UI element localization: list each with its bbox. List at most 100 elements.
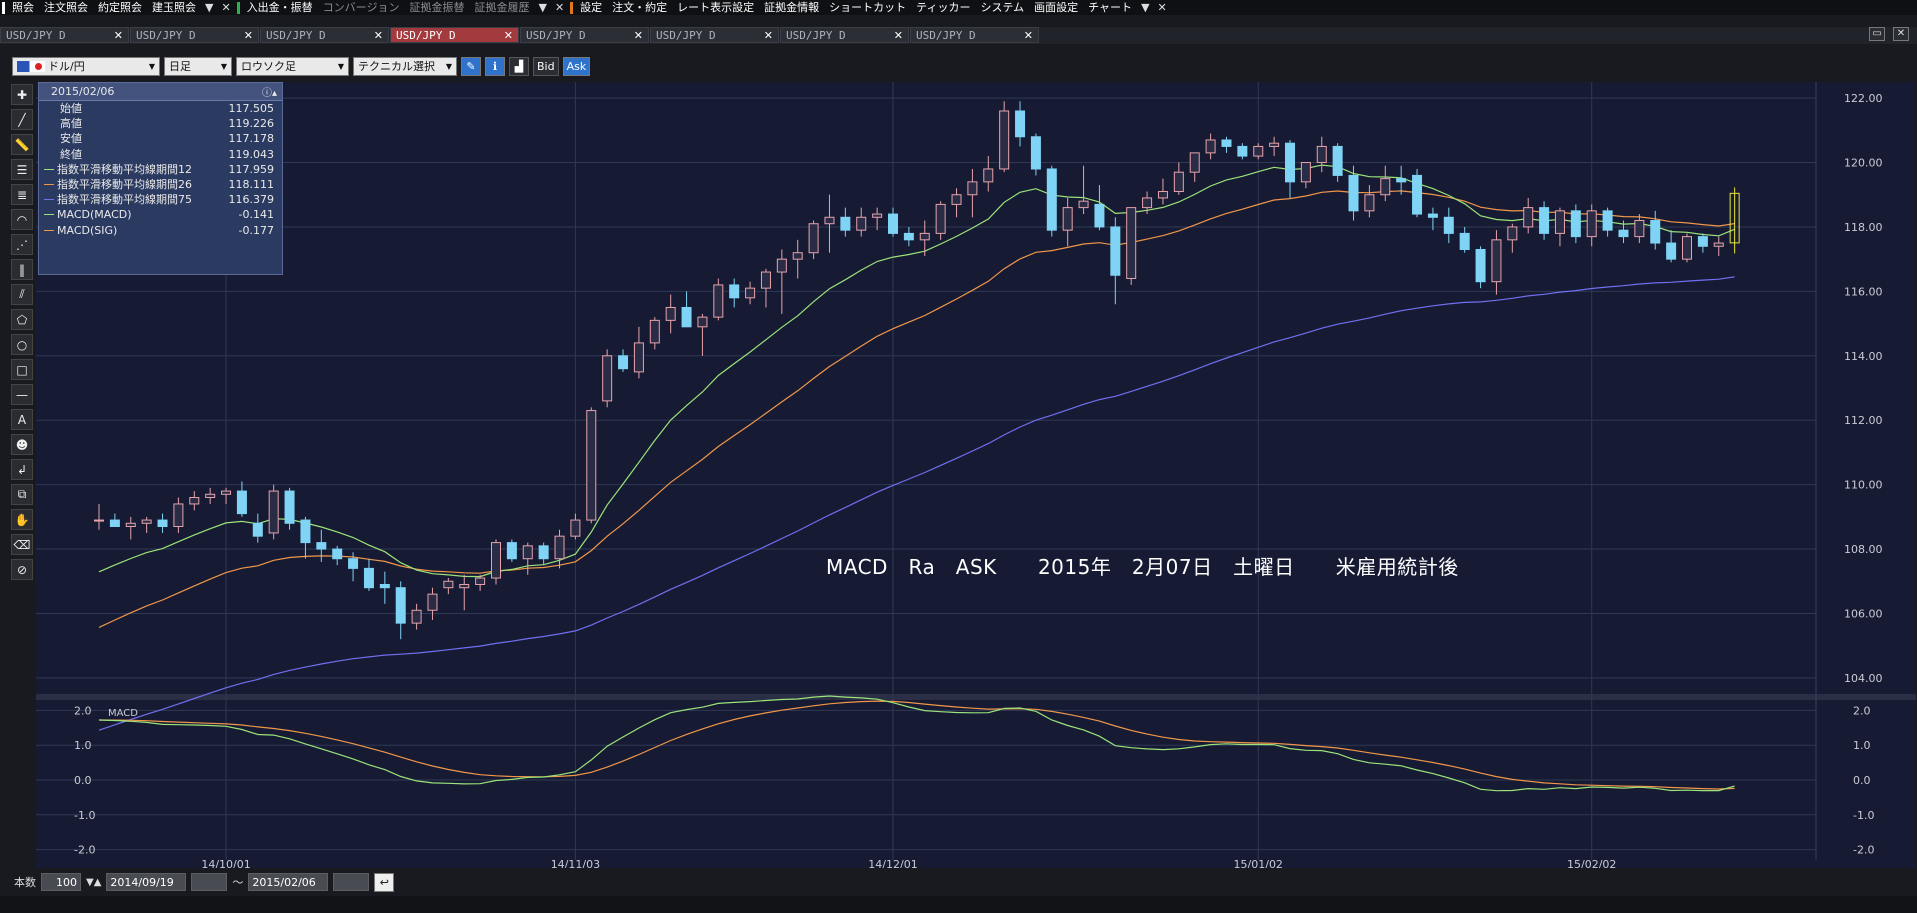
price-tick-label: 114.00 (1844, 350, 1883, 363)
candle-body (1380, 178, 1391, 196)
icon-tool[interactable]: ☻ (11, 434, 33, 455)
menu-item[interactable]: システム (976, 0, 1030, 15)
candle-body (1507, 226, 1518, 241)
date-from-input[interactable]: 2014/09/19 (106, 873, 187, 891)
info-button[interactable]: ℹ (485, 56, 505, 76)
info-row-label: MACD(MACD) (57, 208, 132, 222)
chart-area[interactable]: 122.00 120.00 118.00 116.00 114.00 112.00 110.… (36, 82, 1916, 871)
count-label: 本数 (14, 876, 36, 889)
clear-tool[interactable]: ⊘ (11, 559, 33, 580)
circle-tool[interactable]: ○ (11, 334, 33, 355)
chart-type-select[interactable]: ロウソク足 ▼ (236, 56, 349, 76)
candle-body (1523, 207, 1534, 228)
bar-style-button[interactable]: ▟ (509, 56, 529, 76)
crosshair-tool[interactable]: ✚ (11, 84, 33, 105)
menu-close-icon[interactable]: ✕ (551, 1, 568, 14)
tab-close-icon[interactable]: ✕ (764, 29, 773, 42)
menu-item[interactable]: 入出金・振替 (242, 0, 318, 15)
pointer-tool[interactable]: ↲ (11, 459, 33, 480)
close-icon[interactable]: ✕ (1893, 27, 1909, 41)
menu-item[interactable]: ティッカー (911, 0, 975, 15)
tab-chart[interactable]: USD/JPY D ✕ (130, 27, 259, 43)
trendline-tool[interactable]: ╱ (11, 109, 33, 130)
copy-tool[interactable]: ⧉ (11, 484, 33, 505)
fan-tool[interactable]: ⋰ (11, 234, 33, 255)
menu-item[interactable]: レート表示設定 (672, 0, 759, 15)
menu-item[interactable]: 建玉照会 (147, 0, 201, 15)
technical-select[interactable]: テクニカル選択 ▼ (353, 56, 457, 76)
hand-tool[interactable]: ✋ (11, 509, 33, 530)
menu-item[interactable]: 証拠金履歴 (469, 0, 534, 15)
eraser-tool[interactable]: ⌫ (11, 534, 33, 555)
tab-label: USD/JPY D (6, 28, 66, 42)
menu-dropdown-icon[interactable]: ▼ (201, 1, 217, 14)
tab-chart[interactable]: USD/JPY D ✕ (780, 27, 909, 43)
menu-close-icon[interactable]: ✕ (1154, 1, 1171, 14)
info-toggle-icon[interactable]: ⓘ▴ (262, 84, 277, 99)
menu-item[interactable]: 注文・約定 (607, 0, 672, 15)
hline-tool[interactable]: ☰ (11, 159, 33, 180)
date-to-input[interactable]: 2015/02/06 (248, 873, 329, 891)
count-input[interactable]: 100 (41, 873, 81, 891)
tab-close-icon[interactable]: ✕ (894, 29, 903, 42)
tab-chart[interactable]: USD/JPY D ✕ (650, 27, 779, 43)
period-select[interactable]: 日足 ▼ (164, 56, 232, 76)
ruler-tool[interactable]: 📏 (11, 134, 33, 155)
candle-body (1316, 145, 1327, 164)
candle-body (1364, 194, 1375, 212)
time-from-input[interactable] (191, 873, 228, 891)
text-tool[interactable]: A (11, 409, 33, 430)
channel-tool[interactable]: ⫽ (11, 284, 33, 305)
tab-close-icon[interactable]: ✕ (244, 29, 253, 42)
menu-item[interactable]: ショートカット (824, 0, 911, 15)
menu-item[interactable]: 設定 (575, 0, 607, 15)
tab-chart[interactable]: USD/JPY D ✕ (910, 27, 1039, 43)
ask-button[interactable]: Ask (562, 56, 591, 76)
macd-tick-label: 0.0 (1853, 774, 1871, 787)
menu-item[interactable]: 証拠金振替 (404, 0, 469, 15)
tab-close-icon[interactable]: ✕ (634, 29, 643, 42)
menu-item[interactable]: 照会 (7, 0, 39, 15)
candle-body (1332, 145, 1343, 176)
tab-close-icon[interactable]: ✕ (114, 29, 123, 42)
menu-dropdown-icon[interactable]: ▼ (1137, 1, 1153, 14)
menu-dropdown-icon[interactable]: ▼ (534, 1, 550, 14)
candle-body (1539, 207, 1550, 234)
tab-chart[interactable]: USD/JPY D ✕ (260, 27, 389, 43)
pentagon-tool[interactable]: ⬠ (11, 309, 33, 330)
menu-item[interactable]: 約定照会 (93, 0, 147, 15)
tab-close-icon[interactable]: ✕ (374, 29, 383, 42)
candle-body (189, 497, 200, 505)
count-stepper-icon[interactable]: ▼▲ (86, 877, 101, 888)
pen-button[interactable]: ✎ (461, 56, 481, 76)
menu-item[interactable]: 注文照会 (39, 0, 93, 15)
menu-close-icon[interactable]: ✕ (217, 1, 234, 14)
tab-chart[interactable]: USD/JPY D ✕ (390, 27, 519, 43)
arc-tool[interactable]: ◠ (11, 209, 33, 230)
tab-chart[interactable]: USD/JPY D ✕ (520, 27, 649, 43)
candle-body (935, 203, 946, 234)
menu-item[interactable]: 画面設定 (1029, 0, 1083, 15)
menu-item[interactable]: コンバージョン (318, 0, 405, 15)
currency-pair-select[interactable]: ドル/円 ▼ (12, 56, 160, 76)
menu-item[interactable]: 証拠金情報 (759, 0, 824, 15)
chart-canvas[interactable]: 122.00 120.00 118.00 116.00 114.00 112.00 110.… (36, 82, 1916, 871)
candle-body (633, 342, 644, 373)
tab-close-icon[interactable]: ✕ (1024, 29, 1033, 42)
legend-swatch (44, 138, 57, 139)
menu-item[interactable]: チャート (1083, 0, 1137, 15)
fibonacci-tool[interactable]: ≣ (11, 184, 33, 205)
vlines-tool[interactable]: ‖ (11, 259, 33, 280)
range-bar: 本数 100 ▼▲ 2014/09/19 ～ 2015/02/06 ↩ (0, 868, 1917, 896)
rectangle-tool[interactable]: □ (11, 359, 33, 380)
refresh-button[interactable]: ↩ (374, 872, 395, 892)
line-tool[interactable]: — (11, 384, 33, 405)
tab-chart[interactable]: USD/JPY D ✕ (0, 27, 129, 43)
candle-body (141, 519, 152, 524)
restore-icon[interactable]: ▭ (1869, 27, 1885, 41)
bid-button[interactable]: Bid (533, 56, 559, 76)
candle-body (491, 542, 501, 579)
time-to-input[interactable] (333, 873, 370, 891)
info-row-label: 始値 (60, 102, 82, 115)
tab-close-icon[interactable]: ✕ (504, 29, 513, 42)
